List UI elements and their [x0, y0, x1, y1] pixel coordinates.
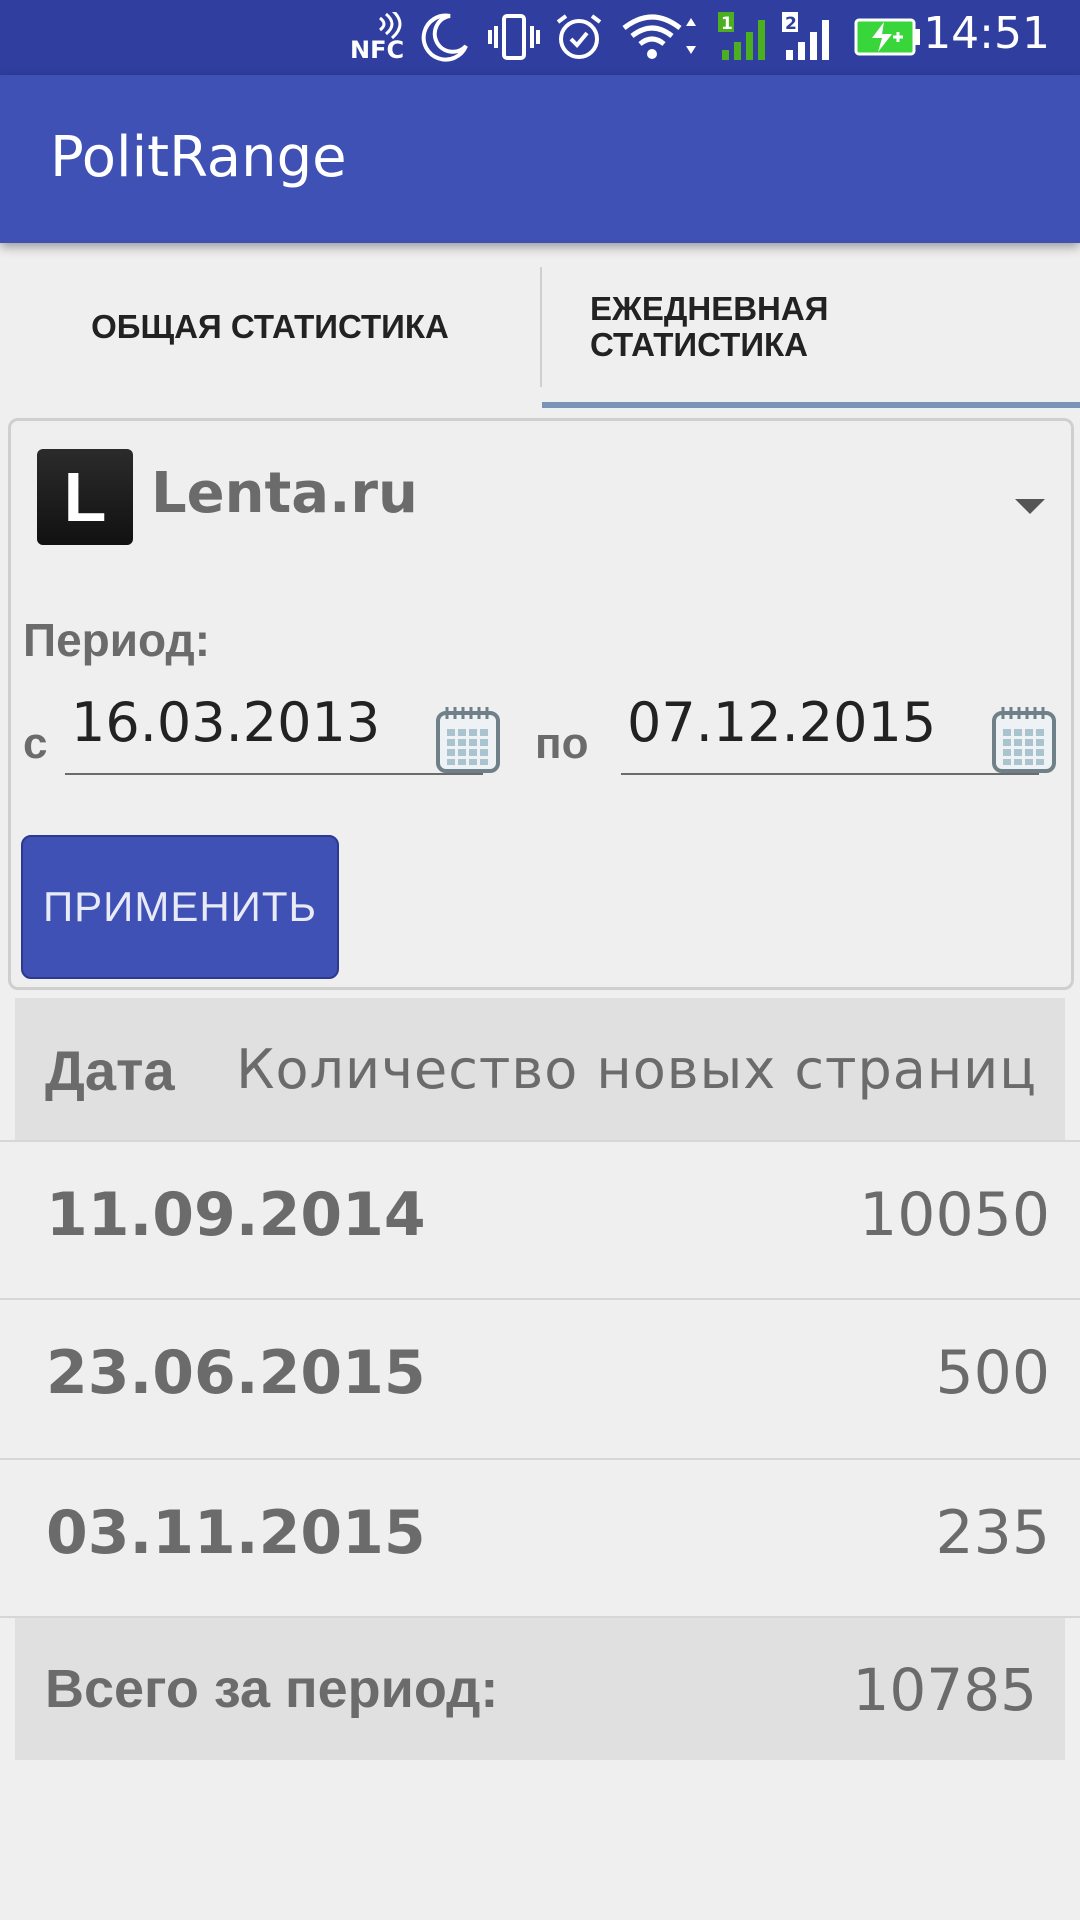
source-name: Lenta.ru — [151, 461, 418, 526]
column-header-date: Дата — [45, 1039, 175, 1102]
tab-indicator — [542, 402, 1080, 408]
total-row: Всего за период: 10785 — [15, 1618, 1065, 1760]
dropdown-arrow-icon — [1015, 499, 1045, 514]
tab-bar: ОБЩАЯ СТАТИСТИКА ЕЖЕДНЕВНАЯ СТАТИСТИКА — [0, 243, 1080, 411]
tab-label: ОБЩАЯ СТАТИСТИКА — [91, 307, 449, 345]
table-header: Дата Количество новых страниц — [15, 998, 1065, 1140]
moon-icon — [420, 12, 470, 62]
total-label: Всего за период: — [45, 1659, 499, 1719]
column-header-count: Количество новых страниц — [236, 1038, 1037, 1101]
row-date: 23.06.2015 — [46, 1338, 426, 1408]
from-date-value: 16.03.2013 — [71, 691, 381, 754]
row-date: 11.09.2014 — [46, 1180, 426, 1250]
source-logo-letter: L — [63, 458, 107, 536]
row-count: 235 — [935, 1498, 1050, 1568]
vibrate-icon — [486, 12, 542, 62]
total-value: 10785 — [852, 1656, 1037, 1724]
status-time: 14:51 — [923, 8, 1050, 59]
source-logo: L — [37, 449, 133, 545]
svg-text:1: 1 — [721, 14, 733, 34]
signal-sim2-icon: 2 — [780, 12, 836, 62]
row-date: 03.11.2015 — [46, 1498, 426, 1568]
tab-label: ЕЖЕДНЕВНАЯ СТАТИСТИКА — [590, 289, 829, 363]
tab-daily-stats[interactable]: ЕЖЕДНЕВНАЯ СТАТИСТИКА — [542, 243, 1080, 411]
app-bar: PolitRange — [0, 75, 1080, 243]
filter-card: L Lenta.ru Период: с 16.03.2013 по 07.12… — [8, 418, 1074, 990]
app-title: PolitRange — [50, 125, 347, 190]
svg-text:2: 2 — [785, 14, 797, 34]
from-label: с — [23, 719, 48, 768]
calendar-icon[interactable] — [991, 705, 1057, 775]
row-count: 10050 — [859, 1180, 1050, 1250]
nfc-icon: NFC — [350, 12, 406, 62]
alarm-icon — [552, 12, 606, 62]
battery-charging-icon — [854, 12, 924, 62]
to-date-value: 07.12.2015 — [627, 691, 937, 754]
table-row: 03.11.2015 235 — [0, 1458, 1080, 1616]
table-row: 23.06.2015 500 — [0, 1298, 1080, 1456]
row-count: 500 — [935, 1338, 1050, 1408]
to-label: по — [535, 719, 589, 768]
to-date-field[interactable]: 07.12.2015 — [621, 691, 1039, 775]
calendar-icon[interactable] — [435, 705, 501, 775]
wifi-icon — [620, 12, 700, 62]
table-row: 11.09.2014 10050 — [0, 1140, 1080, 1298]
period-label: Период: — [23, 614, 211, 666]
tab-general-stats[interactable]: ОБЩАЯ СТАТИСТИКА — [0, 243, 540, 411]
from-date-field[interactable]: 16.03.2013 — [65, 691, 483, 775]
source-selector[interactable]: L Lenta.ru — [11, 421, 1071, 571]
status-bar: NFC 1 2 14:51 — [0, 0, 1080, 75]
signal-sim1-icon: 1 — [716, 12, 772, 62]
svg-text:NFC: NFC — [350, 36, 404, 62]
apply-button[interactable]: ПРИМЕНИТЬ — [21, 835, 339, 979]
